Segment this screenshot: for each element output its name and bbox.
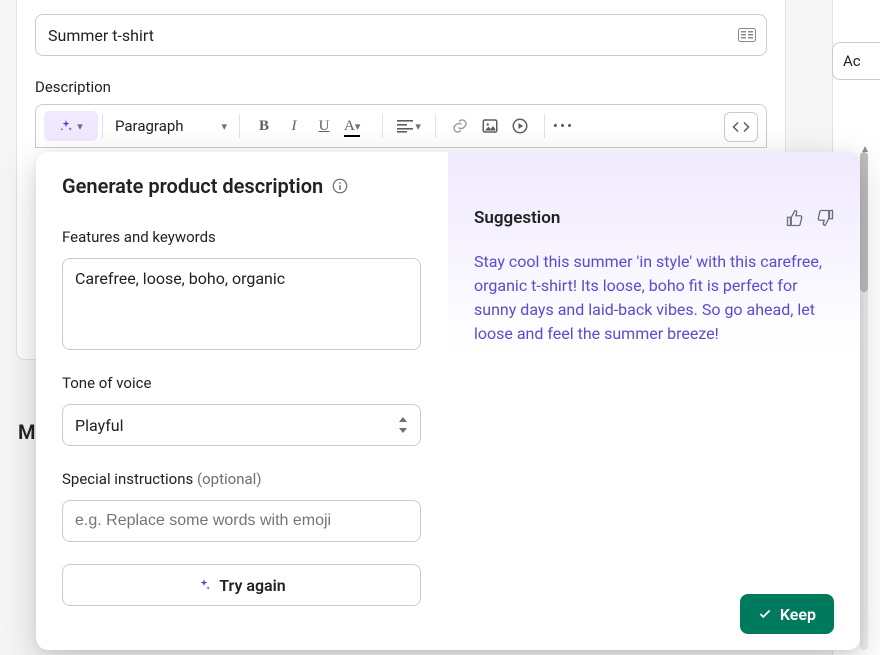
background-section-initial: M: [18, 420, 36, 444]
scrollbar-thumb[interactable]: [860, 152, 868, 292]
toolbar-separator: [435, 114, 436, 138]
keep-label: Keep: [780, 605, 816, 624]
title-suffix-icon[interactable]: [738, 28, 756, 42]
try-again-label: Try again: [219, 576, 286, 595]
ai-popup-title: Generate product description: [62, 174, 323, 198]
suggestion-title: Suggestion: [474, 208, 560, 228]
try-again-button[interactable]: Try again: [62, 564, 421, 606]
suggestion-text: Stay cool this summer 'in style' with th…: [474, 250, 834, 346]
title-value: Summer t-shirt: [48, 26, 154, 45]
right-sidebar-label: Ac: [843, 52, 861, 70]
tone-label: Tone of voice: [62, 374, 421, 392]
align-button[interactable]: ▾: [393, 111, 425, 141]
special-label-text: Special instructions: [62, 470, 193, 488]
chevron-down-icon: ▾: [355, 120, 361, 133]
insert-group: [440, 111, 540, 141]
toolbar-separator: [239, 114, 240, 138]
ai-generate-popup: Generate product description Features an…: [36, 152, 860, 650]
info-icon[interactable]: [331, 183, 349, 195]
thumbs-up-button[interactable]: [786, 209, 804, 227]
alignment-group: ▾: [387, 111, 431, 141]
ai-sparkle-button[interactable]: ▾: [44, 111, 98, 141]
italic-button[interactable]: I: [280, 111, 308, 141]
ai-form-panel: Generate product description Features an…: [36, 152, 448, 650]
chevron-down-icon: ▾: [221, 120, 227, 133]
text-format-group: B I U A ▾: [244, 111, 378, 141]
toolbar-separator: [102, 114, 103, 138]
toolbar-separator: [382, 114, 383, 138]
toolbar-separator: [544, 114, 545, 138]
video-button[interactable]: [506, 111, 534, 141]
select-stepper-icon: [398, 417, 408, 433]
tone-value: Playful: [75, 416, 124, 435]
features-label: Features and keywords: [62, 228, 421, 246]
editor-toolbar: ▾ Paragraph ▾ B I U A ▾ ▾: [35, 104, 767, 148]
underline-button[interactable]: U: [310, 111, 338, 141]
special-instructions-input[interactable]: [62, 500, 421, 542]
chevron-down-icon: ▾: [77, 120, 83, 133]
feedback-buttons: [786, 209, 834, 227]
link-button[interactable]: [446, 111, 474, 141]
scrollbar-track[interactable]: [860, 152, 868, 650]
features-textarea[interactable]: Carefree, loose, boho, organic: [62, 258, 421, 350]
bold-button[interactable]: B: [250, 111, 278, 141]
features-value: Carefree, loose, boho, organic: [75, 269, 285, 288]
keep-button[interactable]: Keep: [740, 594, 834, 634]
image-button[interactable]: [476, 111, 504, 141]
chevron-down-icon: ▾: [415, 120, 421, 133]
paragraph-style-select[interactable]: Paragraph ▾: [107, 111, 235, 141]
thumbs-down-button[interactable]: [816, 209, 834, 227]
description-label: Description: [35, 78, 767, 96]
right-sidebar-button[interactable]: Ac: [832, 42, 880, 80]
title-input[interactable]: Summer t-shirt: [35, 14, 767, 56]
font-color-button[interactable]: A ▾: [340, 111, 372, 141]
more-button[interactable]: •••: [549, 111, 578, 141]
tone-select[interactable]: Playful: [62, 404, 421, 446]
code-view-toggle[interactable]: [724, 112, 758, 142]
ai-suggestion-panel: Suggestion Stay cool this summer 'in sty…: [448, 152, 860, 650]
paragraph-style-label: Paragraph: [115, 117, 184, 135]
special-optional-text: (optional): [197, 470, 262, 488]
special-label: Special instructions (optional): [62, 470, 421, 488]
